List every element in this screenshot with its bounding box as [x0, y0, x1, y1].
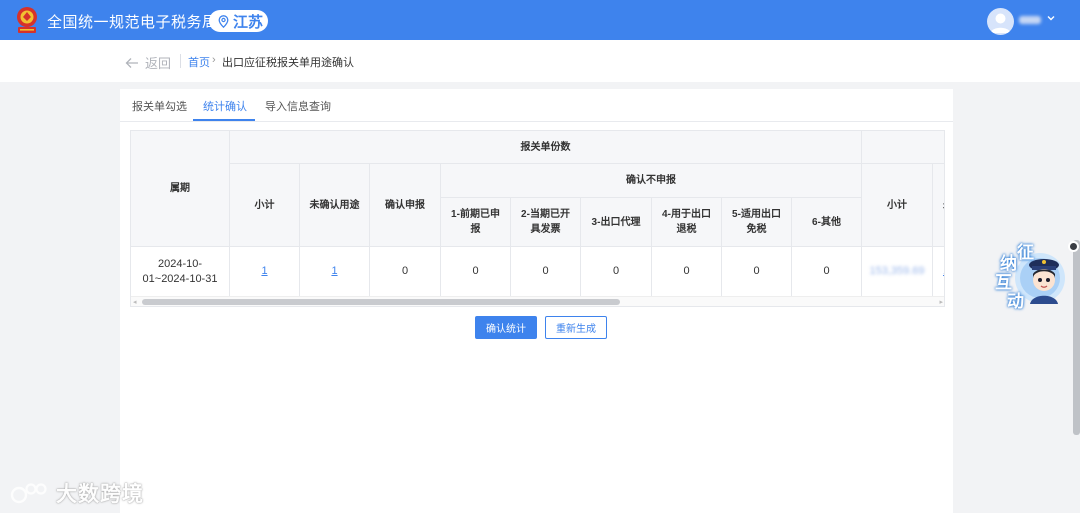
top-header: 全国统一规范电子税务局 江苏 — [0, 0, 1080, 40]
header-group-2 — [862, 131, 944, 164]
subtotal-2-value-redacted: 153,359.69 — [869, 265, 925, 277]
cell-confirm-declare: 0 — [370, 247, 441, 297]
assistant-collapse-handle[interactable] — [1068, 241, 1079, 252]
cell-reason-1: 0 — [441, 247, 511, 297]
confirm-statistics-button[interactable]: 确认统计 — [475, 316, 537, 339]
tab-declaration-select[interactable]: 报关单勾选 — [132, 98, 187, 114]
location-pin-icon — [218, 14, 229, 28]
header-unconfirmed: 未确认用途 — [300, 164, 370, 247]
tab-import-query[interactable]: 导入信息查询 — [265, 98, 331, 114]
content-panel: 报关单勾选 统计确认 导入信息查询 属期 报关单份数 小计 未确认用途 确认申报… — [120, 89, 953, 513]
assistant-char-4: 动 — [1007, 292, 1024, 311]
watermark-text: 大数跨境 — [56, 483, 144, 506]
back-button[interactable]: 返回 — [125, 53, 171, 72]
header-reason-2: 2-当期已开具发票 — [511, 198, 581, 247]
breadcrumb-current: 出口应征税报关单用途确认 — [222, 57, 354, 69]
breadcrumb-home-link[interactable]: 首页 — [188, 54, 210, 70]
region-label: 江苏 — [233, 13, 264, 31]
cell-subtotal-2: 153,359.69 — [862, 247, 933, 297]
cell-next-col: 1 — [933, 247, 944, 297]
cell-reason-3: 0 — [581, 247, 652, 297]
header-reason-1: 1-前期已申报 — [441, 198, 511, 247]
header-next-col: 未 — [933, 164, 944, 247]
cell-reason-2: 0 — [511, 247, 581, 297]
scrollbar-thumb[interactable] — [142, 299, 620, 305]
cell-reason-6: 0 — [792, 247, 862, 297]
page-scrollbar[interactable] — [1073, 240, 1080, 435]
cell-reason-5: 0 — [722, 247, 792, 297]
breadcrumb-separator: › — [212, 54, 216, 66]
horizontal-scrollbar[interactable]: ◂ ▸ — [131, 296, 944, 306]
arrow-left-icon — [125, 57, 138, 68]
scroll-left-icon[interactable]: ◂ — [133, 298, 137, 306]
cell-period: 2024-10-01~2024-10-31 — [131, 247, 230, 297]
breadcrumb-bar: 返回 首页 › 出口应征税报关单用途确认 — [0, 40, 1080, 82]
next-col-link[interactable]: 1 — [943, 264, 944, 279]
subtotal-link[interactable]: 1 — [261, 264, 267, 279]
cell-subtotal: 1 — [230, 247, 300, 297]
watermark: 大数跨境 — [10, 478, 144, 508]
region-selector[interactable]: 江苏 — [209, 10, 268, 32]
header-reason-6: 6-其他 — [792, 198, 862, 247]
header-reason-5: 5-适用出口免税 — [722, 198, 792, 247]
user-icon — [990, 13, 1011, 33]
tab-bar: 报关单勾选 统计确认 导入信息查询 — [120, 89, 953, 122]
tab-statistics-confirm[interactable]: 统计确认 — [203, 98, 247, 114]
unconfirmed-link[interactable]: 1 — [331, 264, 337, 279]
user-avatar[interactable] — [987, 8, 1014, 35]
breadcrumb-divider — [180, 54, 181, 68]
header-declaration-count: 报关单份数 — [230, 131, 862, 164]
header-reason-3: 3-出口代理 — [581, 198, 652, 247]
assistant-char-1: 征 — [1017, 243, 1034, 262]
site-title: 全国统一规范电子税务局 — [47, 14, 218, 31]
scroll-right-icon[interactable]: ▸ — [939, 298, 943, 306]
header-reason-4: 4-用于出口退税 — [652, 198, 722, 247]
tax-emblem-icon — [17, 7, 37, 33]
header-confirm-not-declare: 确认不申报 — [441, 164, 862, 198]
user-name-redacted[interactable] — [1019, 16, 1041, 24]
active-tab-indicator — [193, 119, 255, 121]
statistics-table: 属期 报关单份数 小计 未确认用途 确认申报 确认不申报 小计 未 1-前期已申… — [130, 130, 945, 307]
back-label: 返回 — [145, 56, 172, 71]
header-subtotal-2: 小计 — [862, 164, 933, 247]
header-subtotal: 小计 — [230, 164, 300, 247]
cell-reason-4: 0 — [652, 247, 722, 297]
cell-unconfirmed: 1 — [300, 247, 370, 297]
regenerate-button[interactable]: 重新生成 — [545, 316, 607, 339]
chevron-down-icon[interactable] — [1046, 13, 1056, 23]
interaction-assistant-widget[interactable]: 征 纳 互 动 — [990, 238, 1070, 311]
watermark-logo-icon — [10, 483, 47, 504]
header-period: 属期 — [131, 131, 230, 247]
header-confirm-declare: 确认申报 — [370, 164, 441, 247]
